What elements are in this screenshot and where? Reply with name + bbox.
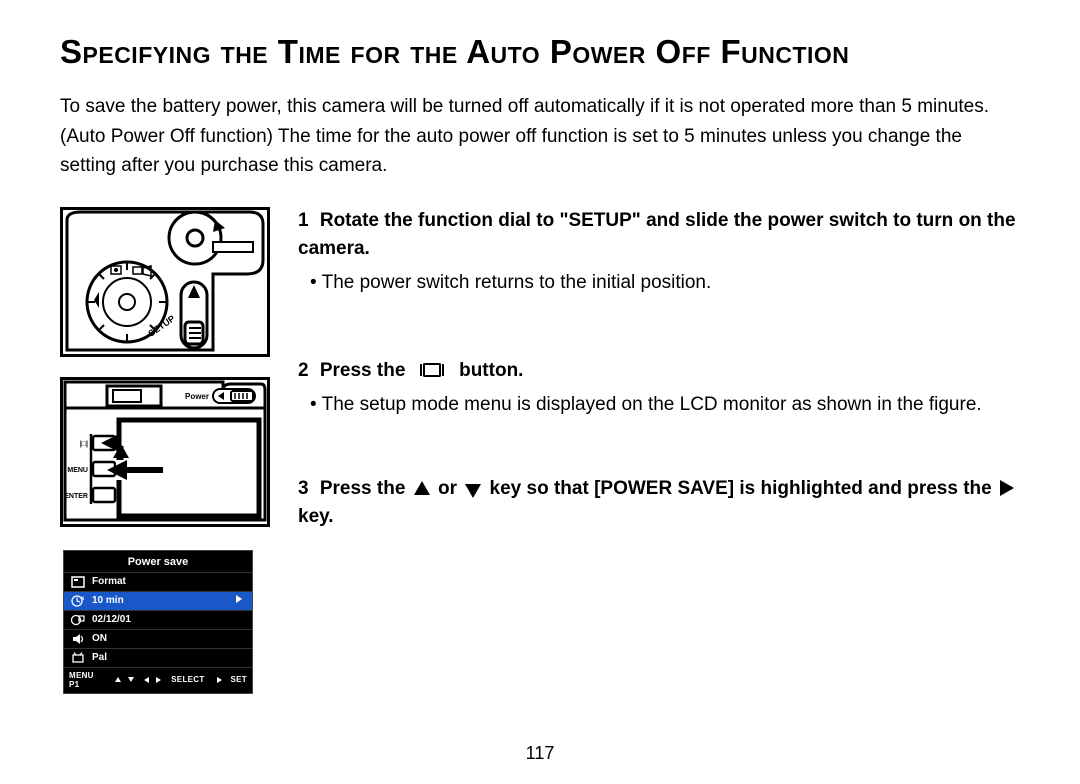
menu-label: Pal bbox=[92, 652, 225, 663]
camera-top-illustration: SETUP bbox=[63, 210, 267, 354]
figure-lcd-menu: Power save Format x 10 min bbox=[60, 547, 256, 697]
figures-column: SETUP bbox=[60, 207, 270, 697]
figure-camera-top: SETUP bbox=[60, 207, 270, 357]
step-1: 1 Rotate the function dial to "SETUP" an… bbox=[298, 207, 1020, 297]
step-number: 1 bbox=[298, 210, 309, 231]
svg-text:x: x bbox=[81, 596, 85, 602]
up-arrow-icon bbox=[414, 481, 430, 495]
step-bullet: The power switch returns to the initial … bbox=[298, 268, 1020, 297]
power-label: Power bbox=[185, 392, 209, 401]
step-heading-part: Press the bbox=[320, 478, 406, 499]
step-heading-part: Press the bbox=[320, 360, 406, 381]
menu-label: Format bbox=[92, 576, 225, 587]
menu-label: 02/12/01 bbox=[92, 614, 225, 625]
down-icon bbox=[128, 677, 134, 682]
step-bullet: The setup mode menu is displayed on the … bbox=[298, 390, 1020, 419]
menu-row-beep: ON bbox=[64, 629, 252, 648]
menu-set-label: SET bbox=[231, 675, 247, 684]
page-number: 117 bbox=[60, 743, 1020, 764]
figure-camera-back: Power bbox=[60, 377, 270, 527]
step-heading-part: button. bbox=[459, 360, 523, 381]
step-heading-part: key so that [POWER SAVE] is highlight­ed… bbox=[490, 478, 992, 499]
camera-back-illustration: Power bbox=[63, 380, 267, 524]
clock-x-icon: x bbox=[70, 594, 86, 608]
step-number: 3 bbox=[298, 478, 309, 499]
menu-row-powersave: x 10 min bbox=[64, 591, 252, 610]
menu-label: 10 min bbox=[92, 595, 225, 606]
two-column-layout: SETUP bbox=[60, 207, 1020, 697]
menu-row-format: Format bbox=[64, 572, 252, 591]
display-button-label: |□| bbox=[80, 441, 88, 448]
step-2: 2 Press the button. The setup mode menu … bbox=[298, 357, 1020, 419]
menu-select-label: SELECT bbox=[171, 675, 204, 684]
manual-page: Specifying the Time for the Auto Power O… bbox=[0, 0, 1080, 784]
steps-column: 1 Rotate the function dial to "SETUP" an… bbox=[298, 207, 1020, 697]
right-arrow-icon bbox=[1000, 480, 1014, 496]
menu-hint-bar: MENU P1 SELECT SET bbox=[64, 667, 252, 693]
power-slider-icon bbox=[181, 282, 207, 348]
up-icon bbox=[115, 677, 121, 682]
page-title: Specifying the Time for the Auto Power O… bbox=[60, 34, 1020, 70]
menu-button-label: MENU bbox=[67, 467, 88, 474]
step-3: 3 Press the or key so that [POWER SAVE] … bbox=[298, 475, 1020, 532]
menu-title: Power save bbox=[64, 551, 252, 572]
display-button-icon bbox=[423, 363, 441, 377]
step-heading: Rotate the function dial to "SETUP" and … bbox=[298, 210, 1016, 260]
menu-row-date: 02/12/01 bbox=[64, 610, 252, 629]
down-arrow-icon bbox=[465, 484, 481, 498]
left-icon bbox=[144, 677, 149, 683]
step-number: 2 bbox=[298, 360, 309, 381]
tv-icon bbox=[70, 651, 86, 665]
submenu-arrow-icon bbox=[231, 595, 246, 606]
card-icon bbox=[70, 575, 86, 589]
menu-row-tv: Pal bbox=[64, 648, 252, 667]
menu-label: ON bbox=[92, 633, 225, 644]
step-heading-part: key. bbox=[298, 506, 334, 527]
speaker-icon bbox=[70, 632, 86, 646]
right-icon bbox=[156, 677, 161, 683]
step-heading-part: or bbox=[438, 478, 457, 499]
enter-button-label: ENTER bbox=[64, 493, 88, 500]
calendar-clock-icon bbox=[70, 613, 86, 627]
right-icon bbox=[217, 677, 222, 683]
intro-paragraph: To save the battery power, this camera w… bbox=[60, 92, 1020, 180]
menu-page-label: MENU P1 bbox=[69, 671, 97, 689]
